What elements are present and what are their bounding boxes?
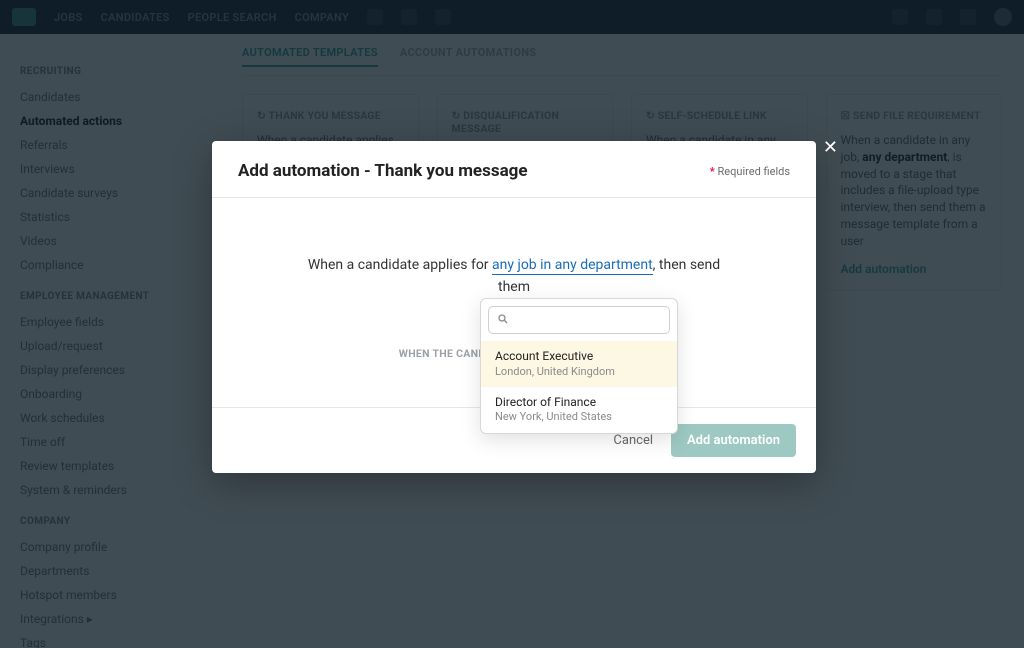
job-scope-link[interactable]: any job in any department [492,257,653,275]
cancel-button[interactable]: Cancel [613,433,653,448]
option-title: Director of Finance [495,395,663,411]
dropdown-search[interactable] [488,306,670,334]
sentence-pre: When a candidate applies for [308,257,492,273]
add-automation-button[interactable]: Add automation [671,424,796,457]
modal-title: Add automation - Thank you message [238,161,528,181]
modal-body: When a candidate applies for any job in … [212,198,816,407]
job-dropdown: Account ExecutiveLondon, United KingdomD… [480,298,678,434]
dropdown-option[interactable]: Director of FinanceNew York, United Stat… [481,387,677,433]
option-title: Account Executive [495,349,663,365]
dropdown-option[interactable]: Account ExecutiveLondon, United Kingdom [481,341,677,387]
search-icon [497,313,509,328]
required-fields-label: * Required fields [710,165,790,178]
required-fields-text: Required fields [718,165,790,178]
add-automation-modal: ✕ Add automation - Thank you message * R… [212,141,816,473]
close-icon[interactable]: ✕ [823,139,838,157]
option-subtitle: London, United Kingdom [495,365,663,379]
option-subtitle: New York, United States [495,410,663,424]
dropdown-search-input[interactable] [515,312,675,328]
modal-header: Add automation - Thank you message * Req… [212,141,816,198]
asterisk-icon: * [710,165,715,178]
